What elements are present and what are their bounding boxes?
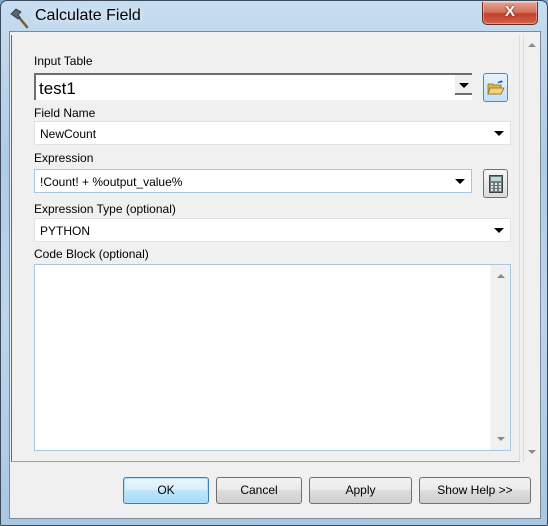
expression-label: Expression — [34, 151, 94, 165]
code-block-scrollbar[interactable] — [490, 265, 510, 450]
hammer-icon — [10, 8, 29, 29]
field-name-value: NewCount — [40, 127, 97, 141]
expression-type-combo[interactable]: PYTHON — [34, 218, 511, 242]
show-help-button[interactable]: Show Help >> — [419, 477, 531, 504]
browse-button[interactable] — [483, 73, 508, 102]
close-icon: X — [504, 3, 515, 20]
cancel-button[interactable]: Cancel — [216, 477, 302, 504]
expression-combo[interactable]: !Count! + %output_value% — [34, 169, 472, 193]
chevron-down-icon — [459, 83, 469, 88]
panel-scrollbar[interactable] — [523, 35, 540, 462]
input-table-dropdown-button[interactable] — [455, 75, 472, 95]
input-table-combo[interactable]: test1 — [34, 73, 472, 100]
calculator-icon — [488, 174, 503, 193]
calculate-field-window: Calculate Field X Input Table test1 Fiel… — [0, 0, 548, 526]
window-title: Calculate Field — [35, 7, 141, 24]
scroll-up-icon[interactable] — [528, 43, 536, 47]
code-block-textarea[interactable] — [34, 264, 511, 451]
input-table-label: Input Table — [34, 54, 93, 68]
field-name-label: Field Name — [34, 106, 96, 120]
dialog-client-area: Input Table test1 Field Name NewCount Ex… — [9, 31, 541, 519]
ok-button[interactable]: OK — [123, 477, 209, 504]
chevron-down-icon[interactable] — [494, 131, 504, 136]
input-table-value[interactable]: test1 — [39, 79, 76, 99]
open-folder-icon — [486, 79, 505, 94]
chevron-down-icon[interactable] — [494, 228, 504, 233]
code-block-label: Code Block (optional) — [34, 247, 149, 261]
chevron-down-icon[interactable] — [455, 179, 465, 184]
apply-button[interactable]: Apply — [309, 477, 412, 504]
expression-value[interactable]: !Count! + %output_value% — [40, 175, 182, 189]
close-button[interactable]: X — [482, 2, 538, 25]
parameters-panel: Input Table test1 Field Name NewCount Ex… — [11, 35, 520, 462]
scroll-down-icon[interactable] — [528, 450, 536, 454]
scroll-down-icon[interactable] — [497, 437, 505, 441]
expression-calculator-button[interactable] — [483, 169, 508, 198]
expression-type-label: Expression Type (optional) — [34, 202, 176, 216]
scroll-up-icon[interactable] — [497, 274, 505, 278]
expression-type-value: PYTHON — [40, 224, 91, 238]
field-name-combo[interactable]: NewCount — [34, 121, 511, 145]
title-bar[interactable]: Calculate Field X — [1, 1, 547, 33]
